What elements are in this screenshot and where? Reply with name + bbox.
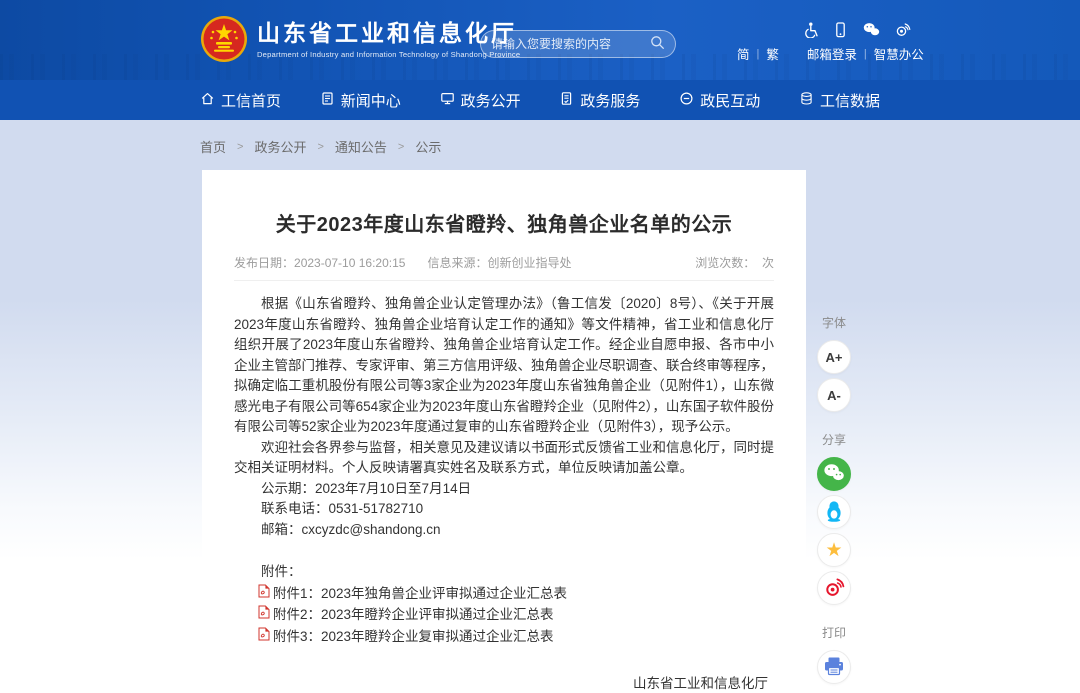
interact-icon — [679, 91, 694, 110]
lang-simplified-link[interactable]: 简 — [737, 44, 750, 63]
share-qq-button[interactable] — [817, 495, 851, 529]
accessibility-icon[interactable] — [803, 22, 818, 38]
nav-label: 政民互动 — [700, 90, 760, 111]
search-button[interactable] — [650, 35, 665, 53]
lang-traditional-link[interactable]: 繁 — [766, 44, 779, 63]
national-emblem-logo — [200, 15, 248, 63]
smart-office-link[interactable]: 智慧办公 — [874, 44, 924, 63]
attachment-label: 附件3：2023年瞪羚企业复审拟通过企业汇总表 — [273, 626, 554, 648]
signature-block: 山东省工业和信息化厅 2023年7月10日 — [234, 671, 774, 693]
header-links: 简 | 繁 邮箱登录 | 智慧办公 — [737, 44, 924, 63]
info-source: 信息来源：创新创业指导处 — [427, 254, 571, 271]
nav-label: 政务公开 — [461, 90, 521, 111]
page: 山东省工业和信息化厅 Department of Industry and In… — [0, 0, 1080, 693]
printer-icon — [823, 656, 845, 679]
attachment-label: 附件1：2023年独角兽企业评审拟通过企业汇总表 — [273, 583, 567, 605]
nav-label: 工信首页 — [221, 90, 281, 111]
wechat-icon[interactable] — [863, 22, 880, 38]
service-icon — [559, 91, 574, 110]
share-label: 分享 — [822, 431, 846, 448]
font-increase-button[interactable]: A+ — [817, 340, 851, 374]
pdf-icon — [258, 604, 270, 626]
paragraph: 欢迎社会各界参与监督，相关意见及建议请以书面形式反馈省工业和信息化厅，同时提交相… — [234, 438, 774, 479]
contact-email: 邮箱：cxcyzdc@shandong.cn — [234, 520, 774, 541]
mail-login-link[interactable]: 邮箱登录 — [807, 44, 857, 63]
breadcrumb: 首页 > 政务公开 > 通知公告 > 公示 — [200, 137, 441, 156]
pdf-icon — [258, 583, 270, 605]
monitor-icon — [440, 91, 455, 110]
weibo-icon[interactable] — [895, 22, 911, 38]
nav-item-data[interactable]: 工信数据 — [799, 90, 880, 111]
nav-item-gov-services[interactable]: 政务服务 — [559, 90, 640, 111]
share-qzone-button[interactable]: ★ — [817, 533, 851, 567]
view-count: 浏览次数： 次 — [695, 254, 774, 271]
attachment-link-3[interactable]: 附件3：2023年瞪羚企业复审拟通过企业汇总表 — [234, 626, 774, 648]
print-button[interactable] — [817, 650, 851, 684]
news-icon — [320, 91, 335, 110]
site-header: 山东省工业和信息化厅 Department of Industry and In… — [0, 0, 1080, 80]
wechat-share-icon — [823, 463, 845, 485]
data-icon — [799, 91, 814, 110]
attachments-label: 附件： — [234, 561, 774, 583]
search-input[interactable] — [491, 37, 650, 51]
publicity-period: 公示期：2023年7月10日至7月14日 — [234, 479, 774, 500]
header-quick-icons — [803, 22, 911, 38]
attachment-link-1[interactable]: 附件1：2023年独角兽企业评审拟通过企业汇总表 — [234, 583, 774, 605]
search-box — [480, 30, 676, 58]
main-nav: 工信首页 新闻中心 政务公开 政务服务 政民互动 — [0, 80, 1080, 120]
tool-rail: 字体 A+ A- 分享 — [808, 310, 860, 688]
pdf-icon — [258, 626, 270, 648]
article-card: 关于2023年度山东省瞪羚、独角兽企业名单的公示 发布日期：2023-07-10… — [202, 170, 806, 693]
article-meta: 发布日期：2023-07-10 16:20:15 信息来源：创新创业指导处 浏览… — [234, 254, 774, 281]
page-title: 关于2023年度山东省瞪羚、独角兽企业名单的公示 — [234, 208, 774, 237]
article-meta-left: 发布日期：2023-07-10 16:20:15 信息来源：创新创业指导处 — [234, 254, 571, 271]
nav-item-gov-disclosure[interactable]: 政务公开 — [440, 90, 521, 111]
breadcrumb-separator: > — [317, 141, 323, 153]
breadcrumb-separator: > — [237, 141, 243, 153]
breadcrumb-gov-disclosure[interactable]: 政务公开 — [254, 137, 306, 156]
share-wechat-button[interactable] — [817, 457, 851, 491]
breadcrumb-current: 公示 — [415, 137, 441, 156]
nav-item-home[interactable]: 工信首页 — [200, 90, 281, 111]
nav-label: 新闻中心 — [341, 90, 401, 111]
nav-label: 工信数据 — [820, 90, 880, 111]
nav-label: 政务服务 — [580, 90, 640, 111]
qzone-star-icon: ★ — [825, 541, 842, 560]
signature-org: 山东省工业和信息化厅 — [234, 671, 768, 693]
nav-item-interaction[interactable]: 政民互动 — [679, 90, 760, 111]
attachment-label: 附件2：2023年瞪羚企业评审拟通过企业汇总表 — [273, 604, 554, 626]
site-brand: 山东省工业和信息化厅 Department of Industry and In… — [200, 15, 520, 63]
share-weibo-button[interactable] — [817, 571, 851, 605]
paragraph: 根据《山东省瞪羚、独角兽企业认定管理办法》（鲁工信发〔2020〕8号）、《关于开… — [234, 294, 774, 438]
breadcrumb-home[interactable]: 首页 — [200, 137, 226, 156]
breadcrumb-separator: > — [398, 141, 404, 153]
divider: | — [757, 48, 760, 60]
qq-share-icon — [824, 500, 844, 525]
divider: | — [864, 48, 867, 60]
breadcrumb-notices[interactable]: 通知公告 — [335, 137, 387, 156]
font-size-label: 字体 — [822, 314, 846, 331]
mobile-icon[interactable] — [833, 22, 848, 38]
print-label: 打印 — [822, 624, 846, 641]
attachments-section: 附件： 附件1：2023年独角兽企业评审拟通过企业汇总表 附件2：2023年瞪羚… — [234, 561, 774, 647]
attachment-link-2[interactable]: 附件2：2023年瞪羚企业评审拟通过企业汇总表 — [234, 604, 774, 626]
font-decrease-button[interactable]: A- — [817, 378, 851, 412]
home-icon — [200, 91, 215, 110]
search-icon — [650, 35, 665, 53]
article-body: 根据《山东省瞪羚、独角兽企业认定管理办法》（鲁工信发〔2020〕8号）、《关于开… — [234, 294, 774, 540]
nav-item-news[interactable]: 新闻中心 — [320, 90, 401, 111]
contact-phone: 联系电话：0531-51782710 — [234, 499, 774, 520]
publish-date: 发布日期：2023-07-10 16:20:15 — [234, 254, 405, 271]
weibo-share-icon — [824, 577, 845, 600]
